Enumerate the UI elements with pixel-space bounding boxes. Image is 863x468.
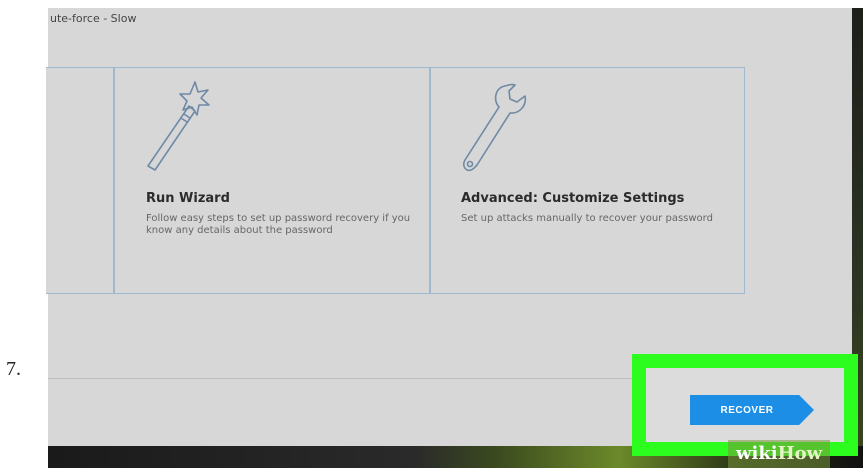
- watermark-wiki: wiki: [736, 443, 778, 464]
- recover-button[interactable]: RECOVER: [690, 395, 814, 425]
- step-number: 7.: [6, 358, 21, 380]
- wikihow-watermark: wikiHow: [728, 440, 831, 468]
- advanced-settings-card[interactable]: Advanced: Customize Settings Set up atta…: [430, 67, 745, 294]
- run-wizard-description: Follow easy steps to set up password rec…: [146, 213, 411, 236]
- advanced-settings-title: Advanced: Customize Settings: [461, 191, 685, 206]
- watermark-how: How: [777, 443, 823, 464]
- advanced-settings-description: Set up attacks manually to recover your …: [461, 213, 713, 224]
- option-card-partial[interactable]: [46, 67, 114, 294]
- run-wizard-title: Run Wizard: [146, 191, 230, 206]
- magic-wand-icon: [143, 80, 213, 184]
- wrench-icon: [457, 80, 527, 184]
- window-title: ute-force - Slow: [50, 12, 137, 25]
- run-wizard-card[interactable]: Run Wizard Follow easy steps to set up p…: [114, 67, 430, 294]
